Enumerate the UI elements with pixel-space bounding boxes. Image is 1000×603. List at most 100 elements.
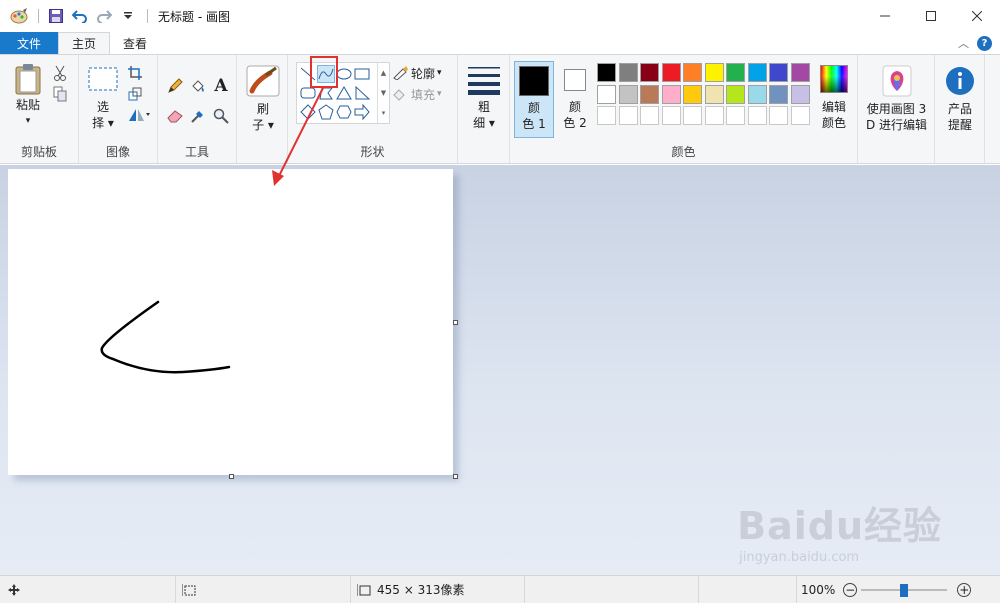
empty-status-cell xyxy=(699,576,797,603)
zoom-slider-thumb[interactable] xyxy=(900,583,909,597)
paste-button[interactable]: 粘贴 ▾ xyxy=(8,63,48,129)
collapse-ribbon-icon[interactable]: ︿ xyxy=(958,35,969,51)
color-swatch[interactable] xyxy=(726,106,745,125)
color-swatch[interactable] xyxy=(683,84,702,104)
color1-button[interactable]: 颜 色 1 xyxy=(514,61,554,138)
color-swatch[interactable] xyxy=(597,84,616,104)
color-swatch[interactable] xyxy=(640,63,659,82)
magnifier-icon[interactable] xyxy=(212,107,230,125)
color-swatch[interactable] xyxy=(726,63,745,82)
arrow-shape-icon[interactable] xyxy=(353,103,371,121)
gallery-down-icon[interactable]: ▼ xyxy=(381,89,386,97)
pencil-icon[interactable] xyxy=(166,77,184,95)
color-swatch[interactable] xyxy=(769,84,788,104)
paint-app-icon[interactable] xyxy=(8,5,30,27)
tab-view[interactable]: 查看 xyxy=(110,32,160,54)
color1-swatch xyxy=(519,66,549,96)
zoom-level-text: 100% xyxy=(801,582,836,597)
color-swatch[interactable] xyxy=(683,106,702,125)
color-swatch[interactable] xyxy=(747,84,767,104)
color-swatch[interactable] xyxy=(597,106,616,125)
color-swatch[interactable] xyxy=(790,106,810,125)
outline-button[interactable]: 轮廓 ▾ xyxy=(392,64,452,82)
zoom-out-icon[interactable]: − xyxy=(843,582,858,597)
edit-colors-button[interactable]: 编辑 颜色 xyxy=(814,65,854,131)
tab-home[interactable]: 主页 xyxy=(58,32,111,54)
color-swatch[interactable] xyxy=(618,106,638,125)
close-icon[interactable] xyxy=(954,0,1000,32)
size-button[interactable]: 粗 细 ▾ xyxy=(466,65,502,131)
color-swatch[interactable] xyxy=(769,63,788,82)
drawing-canvas[interactable] xyxy=(8,169,453,475)
color-swatch[interactable] xyxy=(683,63,702,82)
fill-button[interactable]: 填充 ▾ xyxy=(392,85,452,103)
color-swatch[interactable] xyxy=(769,106,788,125)
minimize-icon[interactable] xyxy=(862,0,908,32)
selection-size-icon xyxy=(182,583,196,596)
rectangle-shape-icon[interactable] xyxy=(353,65,371,83)
color-swatch[interactable] xyxy=(704,106,724,125)
color-swatch[interactable] xyxy=(618,63,638,82)
clipboard-group: 粘贴 ▾ 剪贴板 xyxy=(0,55,79,163)
fill-bucket-icon[interactable] xyxy=(189,77,207,95)
color-swatch[interactable] xyxy=(661,84,681,104)
color-swatch[interactable] xyxy=(661,63,681,82)
right-triangle-shape-icon[interactable] xyxy=(353,84,371,102)
zoom-slider[interactable] xyxy=(861,583,948,597)
resize-handle-bottom[interactable] xyxy=(229,474,234,479)
tools-group: A 工具 xyxy=(158,55,237,163)
edit-with-paint3d-button[interactable]: 使用画图 3 D 进行编辑 xyxy=(860,65,933,133)
color-swatch[interactable] xyxy=(704,84,724,104)
resize-icon[interactable] xyxy=(126,85,144,103)
paint3d-label-2: D 进行编辑 xyxy=(865,118,928,132)
color-swatch[interactable] xyxy=(790,84,810,104)
select-label-2: 择 ▾ xyxy=(92,116,114,130)
cursor-position-cell xyxy=(0,576,176,603)
hexagon-shape-icon[interactable] xyxy=(335,103,353,121)
select-button[interactable]: 选 择 ▾ xyxy=(85,67,121,131)
zoom-cell: 100% − + xyxy=(797,576,1000,603)
maximize-icon[interactable] xyxy=(908,0,954,32)
color-swatch[interactable] xyxy=(618,84,638,104)
color-swatch[interactable] xyxy=(640,106,659,125)
resize-handle-corner[interactable] xyxy=(453,474,458,479)
fill-icon xyxy=(393,89,405,101)
fill-label: 填充 xyxy=(411,87,436,102)
color-swatch[interactable] xyxy=(726,84,745,104)
gallery-scroll[interactable]: ▲ ▼ ▾ xyxy=(377,63,389,123)
help-icon[interactable]: ? xyxy=(977,35,992,51)
color-picker-icon[interactable] xyxy=(189,107,207,125)
product-alert-button[interactable]: 产品 提醒 xyxy=(939,65,981,133)
fill-dropdown: ▾ xyxy=(437,89,442,99)
copy-icon[interactable] xyxy=(51,85,69,103)
color-swatch[interactable] xyxy=(747,63,767,82)
cut-icon[interactable] xyxy=(51,64,69,82)
color-swatch[interactable] xyxy=(661,106,681,125)
color-swatch[interactable] xyxy=(790,63,810,82)
color-swatch[interactable] xyxy=(704,63,724,82)
paint3d-group: 使用画图 3 D 进行编辑 xyxy=(858,55,935,163)
outline-dropdown: ▾ xyxy=(437,68,442,78)
gallery-more-icon[interactable]: ▾ xyxy=(382,109,386,117)
image-group-label: 图像 xyxy=(105,145,130,159)
gallery-up-icon[interactable]: ▲ xyxy=(381,69,386,77)
color2-label-1: 颜 xyxy=(568,100,581,114)
redo-icon[interactable] xyxy=(93,5,115,27)
color-swatch[interactable] xyxy=(597,63,616,82)
product-alert-label-1: 产品 xyxy=(947,102,972,116)
color2-button[interactable]: 颜 色 2 xyxy=(558,61,592,138)
watermark-brand: Baidu经验 xyxy=(737,504,942,548)
customize-dropdown-icon[interactable] xyxy=(117,5,139,27)
color-swatch[interactable] xyxy=(640,84,659,104)
paste-dropdown-arrow[interactable]: ▾ xyxy=(26,113,31,129)
undo-icon[interactable] xyxy=(69,5,91,27)
crop-icon[interactable] xyxy=(126,64,144,82)
save-icon[interactable] xyxy=(45,5,67,27)
tab-file[interactable]: 文件 xyxy=(0,32,58,54)
text-icon[interactable]: A xyxy=(212,76,230,96)
rotate-icon[interactable] xyxy=(126,106,152,124)
eraser-icon[interactable] xyxy=(166,107,184,125)
resize-handle-right[interactable] xyxy=(453,320,458,325)
zoom-in-icon[interactable]: + xyxy=(957,582,972,597)
color-swatch[interactable] xyxy=(747,106,767,125)
